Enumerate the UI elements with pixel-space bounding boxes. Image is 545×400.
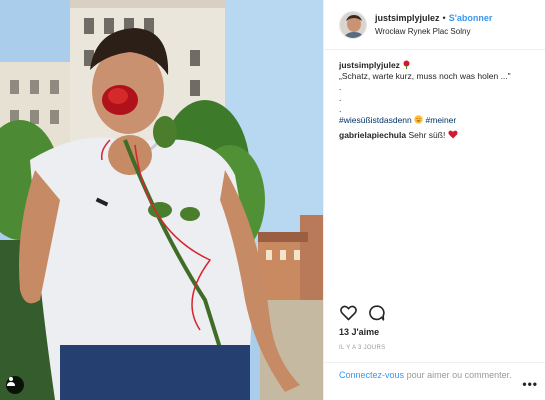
login-prompt: Connectez-vous pour aimer ou commenter. …: [324, 362, 545, 400]
user-tag-button[interactable]: [6, 376, 24, 394]
post-location[interactable]: Wrocław Rynek Plac Solny: [375, 25, 492, 38]
caption: justsimplyjulez „Schatz, warte kurz, mus…: [339, 60, 539, 126]
hashtag-link[interactable]: #meiner: [426, 115, 457, 125]
header-text: justsimplyjulez • S'abonner Wrocław Ryne…: [375, 12, 492, 38]
avatar[interactable]: [339, 10, 367, 39]
header-username[interactable]: justsimplyjulez: [375, 12, 440, 25]
caption-line-3: .: [339, 93, 342, 103]
comments-section: justsimplyjulez „Schatz, warte kurz, mus…: [339, 60, 539, 143]
likes-count[interactable]: 13 J'aime: [339, 327, 379, 337]
post-photo[interactable]: [0, 0, 323, 400]
red-heart-emoji-icon: [448, 130, 458, 139]
post-timestamp[interactable]: IL Y A 3 JOURS: [339, 345, 385, 351]
heart-icon: [339, 305, 357, 321]
post-side-panel: justsimplyjulez • S'abonner Wrocław Ryne…: [323, 0, 545, 400]
more-options-button[interactable]: •••: [522, 378, 538, 390]
caption-line-4: .: [339, 104, 342, 114]
caption-line-2: .: [339, 82, 342, 92]
header-top-row: justsimplyjulez • S'abonner: [375, 12, 492, 25]
rose-emoji-icon: [403, 60, 410, 69]
hashtag-link[interactable]: #wiesüßistdasdenn: [339, 115, 412, 125]
comment-text: Sehr süß!: [408, 130, 446, 140]
login-link[interactable]: Connectez-vous: [339, 370, 404, 380]
heart-eyes-emoji-icon: [414, 115, 423, 124]
caption-line-1: „Schatz, warte kurz, muss noch was holen…: [339, 71, 511, 81]
post-actions: [339, 304, 385, 322]
login-prompt-text: pour aimer ou commenter.: [406, 370, 512, 380]
comment-username[interactable]: gabrielapiechula: [339, 130, 406, 140]
comment-button[interactable]: [367, 304, 385, 322]
follow-button[interactable]: S'abonner: [449, 12, 493, 25]
like-button[interactable]: [339, 304, 357, 322]
user-tag-icon: [7, 377, 15, 386]
caption-username[interactable]: justsimplyjulez: [339, 60, 400, 70]
comment-icon: [368, 305, 385, 321]
header-separator: •: [442, 12, 446, 23]
avatar-image: [340, 11, 366, 38]
comment-row: gabrielapiechula Sehr süß!: [339, 130, 539, 141]
post-header: justsimplyjulez • S'abonner Wrocław Ryne…: [324, 0, 545, 50]
instagram-post: justsimplyjulez • S'abonner Wrocław Ryne…: [0, 0, 545, 400]
photo-illustration: [0, 0, 323, 400]
